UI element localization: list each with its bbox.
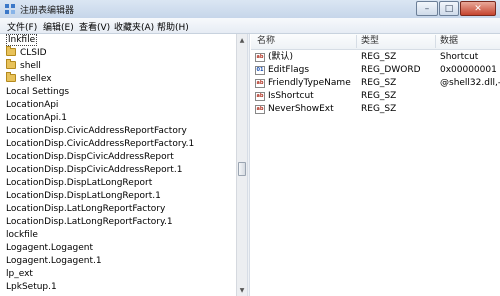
tree-item[interactable]: LocationDisp.DispCivicAddressReport.1 <box>6 164 182 177</box>
tree-item-label: LocationDisp.CivicAddressReportFactory <box>6 126 187 136</box>
minimize-icon: – <box>424 3 430 14</box>
tree-item-shellex[interactable]: shellex <box>6 72 52 86</box>
tree-item[interactable]: LocationDisp.CivicAddressReportFactory <box>6 125 187 138</box>
tree-item[interactable]: LocationDisp.DispLatLongReport <box>6 177 152 190</box>
value-row[interactable]: ab FriendlyTypeName REG_SZ @shell32.dll,… <box>251 77 500 90</box>
maximize-button[interactable]: □ <box>439 1 459 16</box>
tree-item[interactable]: LocationApi <box>6 99 58 112</box>
value-type: REG_SZ <box>361 104 397 114</box>
regedit-app-icon <box>5 4 15 14</box>
string-value-icon: ab <box>255 53 265 62</box>
tree-item-label: lp_ext <box>6 269 33 279</box>
tree-item[interactable]: LocationDisp.LatLongReportFactory <box>6 203 165 216</box>
menu-file[interactable]: 文件(F) <box>7 20 37 33</box>
folder-icon <box>6 72 16 82</box>
tree-item-label: shell <box>20 61 41 71</box>
tree-scrollbar[interactable]: ▲ ▼ <box>236 34 247 296</box>
tree-item-label: LocationDisp.LatLongReportFactory <box>6 204 166 214</box>
scroll-up-arrow-icon[interactable]: ▲ <box>237 35 247 45</box>
value-type: REG_SZ <box>361 91 397 101</box>
minimize-button[interactable]: – <box>416 1 438 16</box>
title-bar: 注册表编辑器 – □ ✕ <box>0 0 500 19</box>
registry-key-tree: lnkfile CLSID shell shellex Local Settin… <box>0 34 247 296</box>
tree-item-label: CLSID <box>20 48 47 58</box>
tree-item-label: lockfile <box>6 230 38 240</box>
value-row[interactable]: ab (默认) REG_SZ Shortcut <box>251 51 500 64</box>
value-type: REG_SZ <box>361 52 397 62</box>
scroll-down-arrow-icon[interactable]: ▼ <box>237 285 247 295</box>
close-button[interactable]: ✕ <box>460 1 496 16</box>
value-data: 0x00000001 (1 <box>440 65 500 75</box>
tree-item[interactable]: LocationDisp.LatLongReportFactory.1 <box>6 216 173 229</box>
value-row[interactable]: 01 EditFlags REG_DWORD 0x00000001 (1 <box>251 64 500 77</box>
value-data: @shell32.dll,-4 <box>440 78 500 88</box>
tree-item-label: shellex <box>20 74 52 84</box>
value-type: REG_DWORD <box>361 65 421 75</box>
folder-icon <box>6 59 16 69</box>
maximize-icon: □ <box>444 3 454 14</box>
string-value-icon: ab <box>255 105 265 114</box>
binary-value-icon: 01 <box>255 66 265 75</box>
menu-help[interactable]: 帮助(H) <box>157 20 189 33</box>
string-value-icon: ab <box>255 79 265 88</box>
string-value-icon: ab <box>255 92 265 101</box>
tree-item[interactable]: LocationDisp.CivicAddressReportFactory.1 <box>6 138 194 151</box>
value-name: EditFlags <box>268 65 310 75</box>
column-header-name[interactable]: 名称 <box>257 34 275 49</box>
value-name: NeverShowExt <box>268 104 334 114</box>
tree-item-label: Local Settings <box>6 87 70 97</box>
column-header-data[interactable]: 数据 <box>440 34 458 49</box>
tree-item[interactable]: LocationDisp.DispCivicAddressReport <box>6 151 174 164</box>
menu-edit[interactable]: 编辑(E) <box>43 20 74 33</box>
tree-item[interactable]: Logagent.Logagent <box>6 242 93 255</box>
value-name: IsShortcut <box>268 91 314 101</box>
tree-item-label: LocationDisp.CivicAddressReportFactory.1 <box>6 139 195 149</box>
pane-splitter[interactable] <box>247 34 250 296</box>
tree-item[interactable]: LocationDisp.DispLatLongReport.1 <box>6 190 161 203</box>
tree-item-label: Logagent.Logagent <box>6 243 94 253</box>
close-icon: ✕ <box>474 3 482 14</box>
scroll-thumb[interactable] <box>238 162 246 176</box>
tree-item-label: LocationApi.1 <box>6 113 68 123</box>
tree-item[interactable]: lockfile <box>6 229 38 242</box>
tree-item[interactable]: Logagent.Logagent.1 <box>6 255 102 268</box>
tree-item-label: LocationDisp.LatLongReportFactory.1 <box>6 217 173 227</box>
value-data: Shortcut <box>440 52 479 62</box>
column-divider[interactable] <box>356 35 357 48</box>
tree-item-label: LocationDisp.DispCivicAddressReport.1 <box>6 165 183 175</box>
tree-item[interactable]: lp_ext <box>6 268 33 281</box>
menu-view[interactable]: 查看(V) <box>79 20 110 33</box>
window-controls: – □ ✕ <box>415 1 496 16</box>
value-row[interactable]: ab IsShortcut REG_SZ <box>251 90 500 103</box>
tree-item-label: Logagent.Logagent.1 <box>6 256 102 266</box>
value-name: FriendlyTypeName <box>268 78 351 88</box>
tree-item-label: LocationApi <box>6 100 59 110</box>
menu-bar: 文件(F) 编辑(E) 查看(V) 收藏夹(A) 帮助(H) <box>0 18 500 34</box>
value-type: REG_SZ <box>361 78 397 88</box>
tree-item-label: LpkSetup.1 <box>6 282 57 292</box>
value-row[interactable]: ab NeverShowExt REG_SZ <box>251 103 500 116</box>
tree-item-label: LocationDisp.DispLatLongReport <box>6 178 153 188</box>
column-divider[interactable] <box>435 35 436 48</box>
tree-item-clsid[interactable]: CLSID <box>6 46 47 60</box>
column-header-type[interactable]: 类型 <box>361 34 379 49</box>
menu-favorites[interactable]: 收藏夹(A) <box>114 20 154 33</box>
tree-item[interactable]: LocationApi.1 <box>6 112 67 125</box>
folder-icon <box>6 46 16 56</box>
window-title: 注册表编辑器 <box>20 6 75 16</box>
tree-item[interactable]: LpkSetup.1 <box>6 281 57 294</box>
tree-item-label: lnkfile <box>6 34 38 46</box>
tree-item-label: LocationDisp.DispLatLongReport.1 <box>6 191 161 201</box>
tree-item[interactable]: Local Settings <box>6 86 69 99</box>
registry-values-list: 名称 类型 数据 ab (默认) REG_SZ Shortcut 01 Edit… <box>251 34 500 296</box>
tree-item-shell[interactable]: shell <box>6 59 41 73</box>
tree-item-label: LocationDisp.DispCivicAddressReport <box>6 152 174 162</box>
value-name: (默认) <box>268 52 294 62</box>
